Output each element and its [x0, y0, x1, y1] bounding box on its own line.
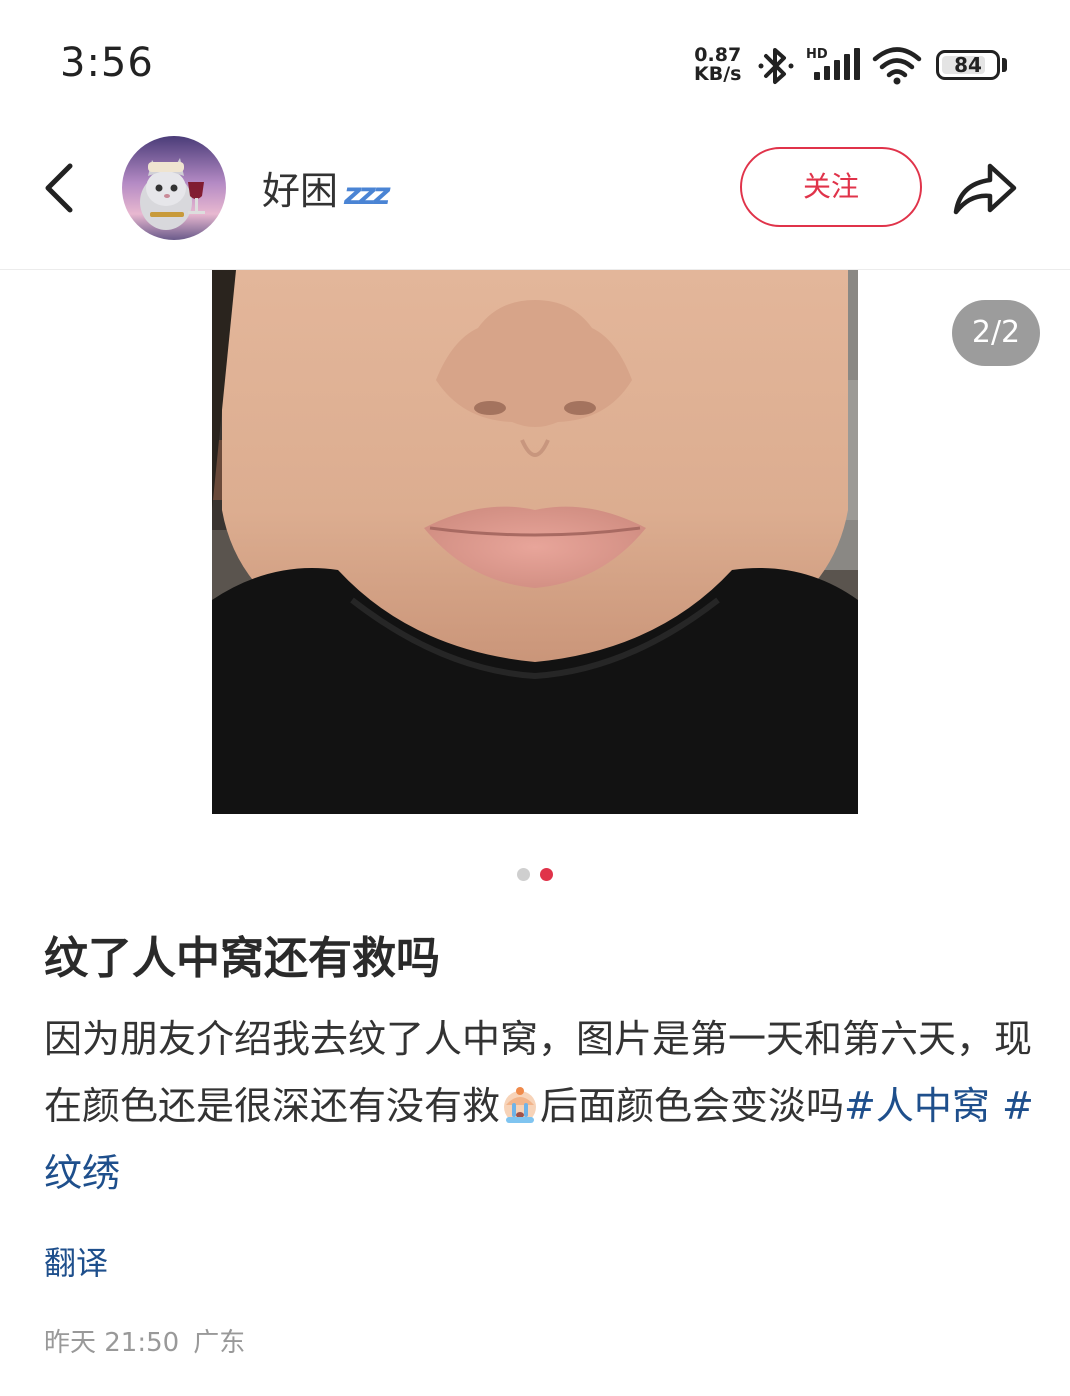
bluetooth-icon — [758, 48, 794, 84]
post-meta: 昨天 21:50 广东 — [44, 1322, 245, 1359]
post-header: 好困 zzz 关注 — [0, 130, 1070, 270]
battery-indicator: 84 — [936, 50, 1000, 80]
back-arrow-icon[interactable] — [34, 156, 84, 220]
network-speed: 0.87 KB/s — [694, 46, 741, 84]
follow-button[interactable]: 关注 — [740, 147, 922, 227]
network-speed-unit: KB/s — [694, 63, 742, 85]
share-icon[interactable] — [950, 154, 1020, 220]
hashtag-link[interactable]: #人中窝 — [844, 1084, 990, 1128]
crying-emoji-icon — [504, 1087, 537, 1123]
gallery-dot[interactable] — [517, 868, 530, 881]
battery-level: 84 — [954, 53, 982, 77]
post-body: 因为朋友介绍我去纹了人中窝，图片是第一天和第六天，现在颜色还是很深还有没有救 后… — [44, 1006, 1034, 1207]
username[interactable]: 好困 zzz — [262, 160, 390, 215]
status-bar: 3:56 0.87 KB/s HD 84 — [0, 0, 1070, 130]
post-location: 广东 — [193, 1328, 246, 1358]
gallery-page-counter: 2/2 — [952, 300, 1040, 366]
signal-hd-label: HD — [806, 47, 828, 62]
cellular-signal-icon: HD — [806, 47, 860, 80]
wifi-icon — [872, 47, 922, 85]
status-time: 3:56 — [60, 40, 154, 86]
gallery-dot-active[interactable] — [540, 868, 553, 881]
post-body-text-cont: 后面颜色会变淡吗 — [540, 1084, 845, 1128]
post-photo[interactable] — [212, 270, 858, 814]
post-title: 纹了人中窝还有救吗 — [44, 933, 440, 984]
sleeping-zzz-icon: zzz — [344, 177, 390, 212]
username-text: 好困 — [262, 169, 339, 213]
gallery-pagination-dots — [0, 866, 1070, 882]
translate-link[interactable]: 翻译 — [44, 1238, 108, 1284]
battery-tip — [1002, 58, 1007, 72]
post-date: 昨天 21:50 — [44, 1328, 180, 1358]
avatar[interactable] — [122, 136, 226, 240]
